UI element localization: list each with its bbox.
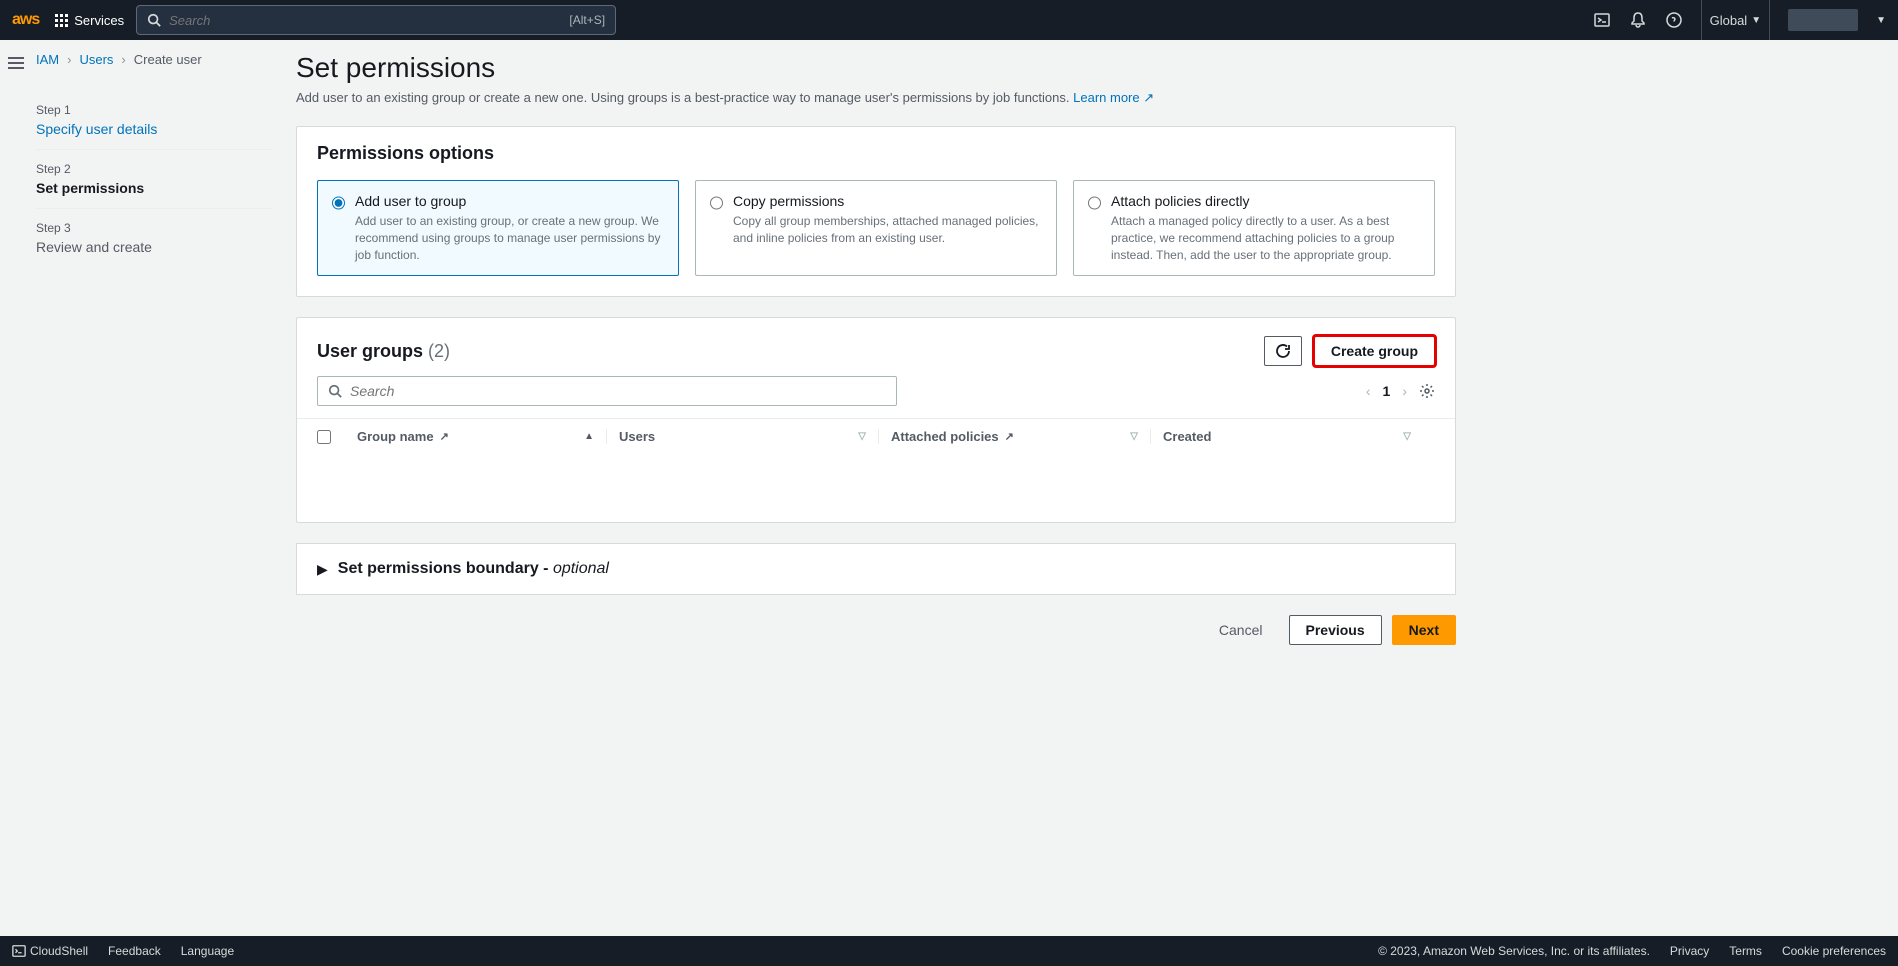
groups-count: (2) bbox=[428, 341, 450, 361]
permissions-options-panel: Permissions options Add user to group Ad… bbox=[296, 126, 1456, 297]
step-1: Step 1 Specify user details bbox=[36, 91, 272, 150]
option-desc: Add user to an existing group, or create… bbox=[355, 213, 664, 263]
step-label: Step 3 bbox=[36, 221, 272, 235]
option-title: Add user to group bbox=[355, 193, 664, 209]
breadcrumb-iam[interactable]: IAM bbox=[36, 52, 59, 67]
column-attached-policies[interactable]: Attached policies ↗ ▽ bbox=[891, 429, 1151, 444]
prev-page-button[interactable]: ‹ bbox=[1366, 383, 1371, 399]
sort-icon: ▽ bbox=[1130, 431, 1138, 442]
cancel-button[interactable]: Cancel bbox=[1203, 615, 1279, 645]
sort-icon: ▽ bbox=[858, 431, 866, 442]
sort-asc-icon: ▲ bbox=[584, 431, 594, 442]
option-title: Attach policies directly bbox=[1111, 193, 1420, 209]
table-header-row: Group name ↗ ▲ Users ▽ Attached policies… bbox=[297, 419, 1455, 454]
cloudshell-link[interactable]: CloudShell bbox=[12, 944, 88, 959]
region-label: Global bbox=[1710, 13, 1748, 28]
radio-add-to-group[interactable] bbox=[332, 196, 345, 210]
language-link[interactable]: Language bbox=[181, 944, 234, 958]
page-desc-text: Add user to an existing group or create … bbox=[296, 90, 1070, 105]
pagination: ‹ 1 › bbox=[1366, 383, 1435, 399]
column-created[interactable]: Created ▽ bbox=[1163, 429, 1423, 444]
page-title: Set permissions bbox=[296, 52, 1456, 84]
search-input[interactable] bbox=[169, 13, 561, 28]
expand-icon: ▶ bbox=[317, 561, 328, 578]
help-icon[interactable] bbox=[1665, 11, 1683, 29]
aws-logo[interactable]: aws bbox=[12, 11, 39, 29]
step-link-specify-details[interactable]: Specify user details bbox=[36, 121, 272, 137]
next-button[interactable]: Next bbox=[1392, 615, 1456, 645]
create-group-button[interactable]: Create group bbox=[1314, 336, 1435, 366]
step-label: Step 2 bbox=[36, 162, 272, 176]
services-menu-button[interactable]: Services bbox=[55, 13, 124, 28]
external-link-icon: ↗ bbox=[440, 430, 449, 443]
boundary-title: Set permissions boundary - optional bbox=[338, 560, 609, 578]
select-all-checkbox[interactable] bbox=[317, 430, 331, 444]
wizard-actions: Cancel Previous Next bbox=[296, 615, 1456, 675]
refresh-button[interactable] bbox=[1264, 336, 1302, 366]
step-3: Step 3 Review and create bbox=[36, 209, 272, 267]
cookie-preferences-link[interactable]: Cookie preferences bbox=[1782, 944, 1886, 958]
cloudshell-icon[interactable] bbox=[1593, 11, 1611, 29]
table-settings-button[interactable] bbox=[1419, 383, 1435, 399]
region-selector[interactable]: Global ▼ bbox=[1701, 0, 1770, 40]
radio-copy-permissions[interactable] bbox=[710, 196, 723, 210]
option-attach-policies[interactable]: Attach policies directly Attach a manage… bbox=[1073, 180, 1435, 276]
copyright-text: © 2023, Amazon Web Services, Inc. or its… bbox=[1378, 944, 1650, 958]
groups-table: Group name ↗ ▲ Users ▽ Attached policies… bbox=[297, 418, 1455, 522]
wizard-steps: Step 1 Specify user details Step 2 Set p… bbox=[36, 91, 272, 267]
panel-header: Permissions options bbox=[297, 127, 1455, 180]
grid-icon bbox=[55, 14, 68, 27]
breadcrumb-users[interactable]: Users bbox=[79, 52, 113, 67]
groups-search[interactable] bbox=[317, 376, 897, 406]
step-label: Step 1 bbox=[36, 103, 272, 117]
page-number: 1 bbox=[1383, 383, 1391, 399]
search-icon bbox=[328, 384, 342, 398]
option-desc: Attach a managed policy directly to a us… bbox=[1111, 213, 1420, 263]
cloudshell-icon bbox=[12, 944, 26, 958]
page-description: Add user to an existing group or create … bbox=[296, 90, 1456, 106]
column-group-name[interactable]: Group name ↗ ▲ bbox=[357, 429, 607, 444]
step-2: Step 2 Set permissions bbox=[36, 150, 272, 209]
chevron-right-icon: › bbox=[121, 52, 125, 67]
next-page-button[interactable]: › bbox=[1402, 383, 1407, 399]
breadcrumb-current: Create user bbox=[134, 52, 202, 67]
groups-search-input[interactable] bbox=[350, 383, 886, 399]
breadcrumb: IAM › Users › Create user bbox=[36, 52, 272, 67]
chevron-down-icon: ▼ bbox=[1876, 15, 1886, 26]
external-link-icon: ↗ bbox=[1143, 90, 1154, 105]
option-add-to-group[interactable]: Add user to group Add user to an existin… bbox=[317, 180, 679, 276]
learn-more-link[interactable]: Learn more ↗ bbox=[1073, 90, 1154, 105]
option-copy-permissions[interactable]: Copy permissions Copy all group membersh… bbox=[695, 180, 1057, 276]
external-link-icon: ↗ bbox=[1005, 430, 1014, 443]
radio-attach-policies[interactable] bbox=[1088, 196, 1101, 210]
column-users[interactable]: Users ▽ bbox=[619, 429, 879, 444]
previous-button[interactable]: Previous bbox=[1289, 615, 1382, 645]
account-menu[interactable] bbox=[1788, 9, 1858, 31]
chevron-down-icon: ▼ bbox=[1751, 15, 1761, 26]
top-navigation: aws Services [Alt+S] Global ▼ ▼ bbox=[0, 0, 1898, 40]
gear-icon bbox=[1419, 383, 1435, 399]
step-future: Review and create bbox=[36, 239, 272, 255]
privacy-link[interactable]: Privacy bbox=[1670, 944, 1709, 958]
option-desc: Copy all group memberships, attached man… bbox=[733, 213, 1042, 247]
search-icon bbox=[147, 13, 161, 27]
user-groups-panel: User groups (2) Create group ‹ 1 › bbox=[296, 317, 1456, 523]
side-nav-toggle[interactable] bbox=[8, 54, 24, 72]
refresh-icon bbox=[1275, 343, 1291, 359]
sort-icon: ▽ bbox=[1403, 431, 1411, 442]
permissions-boundary-panel[interactable]: ▶ Set permissions boundary - optional bbox=[296, 543, 1456, 595]
groups-title: User groups (2) bbox=[317, 341, 1252, 362]
footer-bar: CloudShell Feedback Language © 2023, Ama… bbox=[0, 936, 1898, 966]
table-body bbox=[297, 454, 1455, 522]
terms-link[interactable]: Terms bbox=[1729, 944, 1762, 958]
search-shortcut-label: [Alt+S] bbox=[569, 13, 605, 27]
step-current: Set permissions bbox=[36, 180, 272, 196]
option-title: Copy permissions bbox=[733, 193, 1042, 209]
chevron-right-icon: › bbox=[67, 52, 71, 67]
global-search[interactable]: [Alt+S] bbox=[136, 5, 616, 35]
notifications-icon[interactable] bbox=[1629, 11, 1647, 29]
services-label: Services bbox=[74, 13, 124, 28]
feedback-link[interactable]: Feedback bbox=[108, 944, 161, 958]
